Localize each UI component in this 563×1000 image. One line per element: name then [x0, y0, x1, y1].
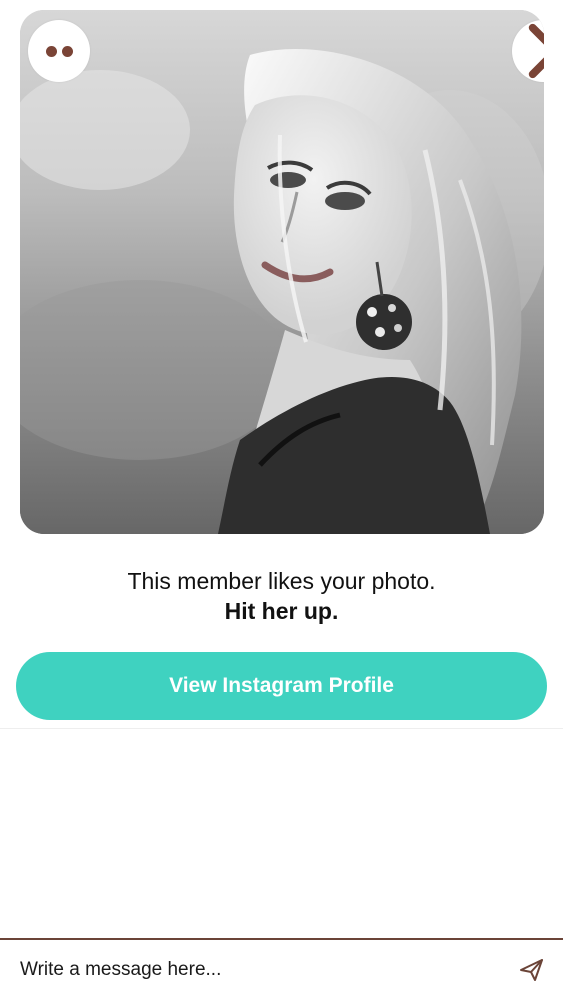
send-icon — [520, 959, 543, 981]
dots-icon — [61, 45, 73, 57]
like-message-line2: Hit her up. — [224, 598, 339, 624]
chevron-right-icon — [528, 23, 544, 79]
next-profile-button[interactable] — [512, 20, 544, 82]
content-divider — [0, 728, 563, 729]
message-input[interactable] — [20, 952, 480, 988]
more-options-button[interactable] — [28, 20, 90, 82]
like-message-line1: This member likes your photo. — [127, 568, 436, 594]
composer-divider — [0, 938, 563, 940]
screen: This member likes your photo. Hit her up… — [0, 0, 563, 1000]
send-message-button[interactable] — [514, 952, 550, 988]
dots-icon — [45, 45, 57, 57]
view-instagram-profile-label: View Instagram Profile — [169, 674, 394, 697]
person-photo-icon — [20, 10, 544, 534]
profile-photo[interactable] — [20, 10, 544, 534]
like-message: This member likes your photo. Hit her up… — [0, 566, 563, 626]
view-instagram-profile-button[interactable]: View Instagram Profile — [16, 652, 547, 720]
